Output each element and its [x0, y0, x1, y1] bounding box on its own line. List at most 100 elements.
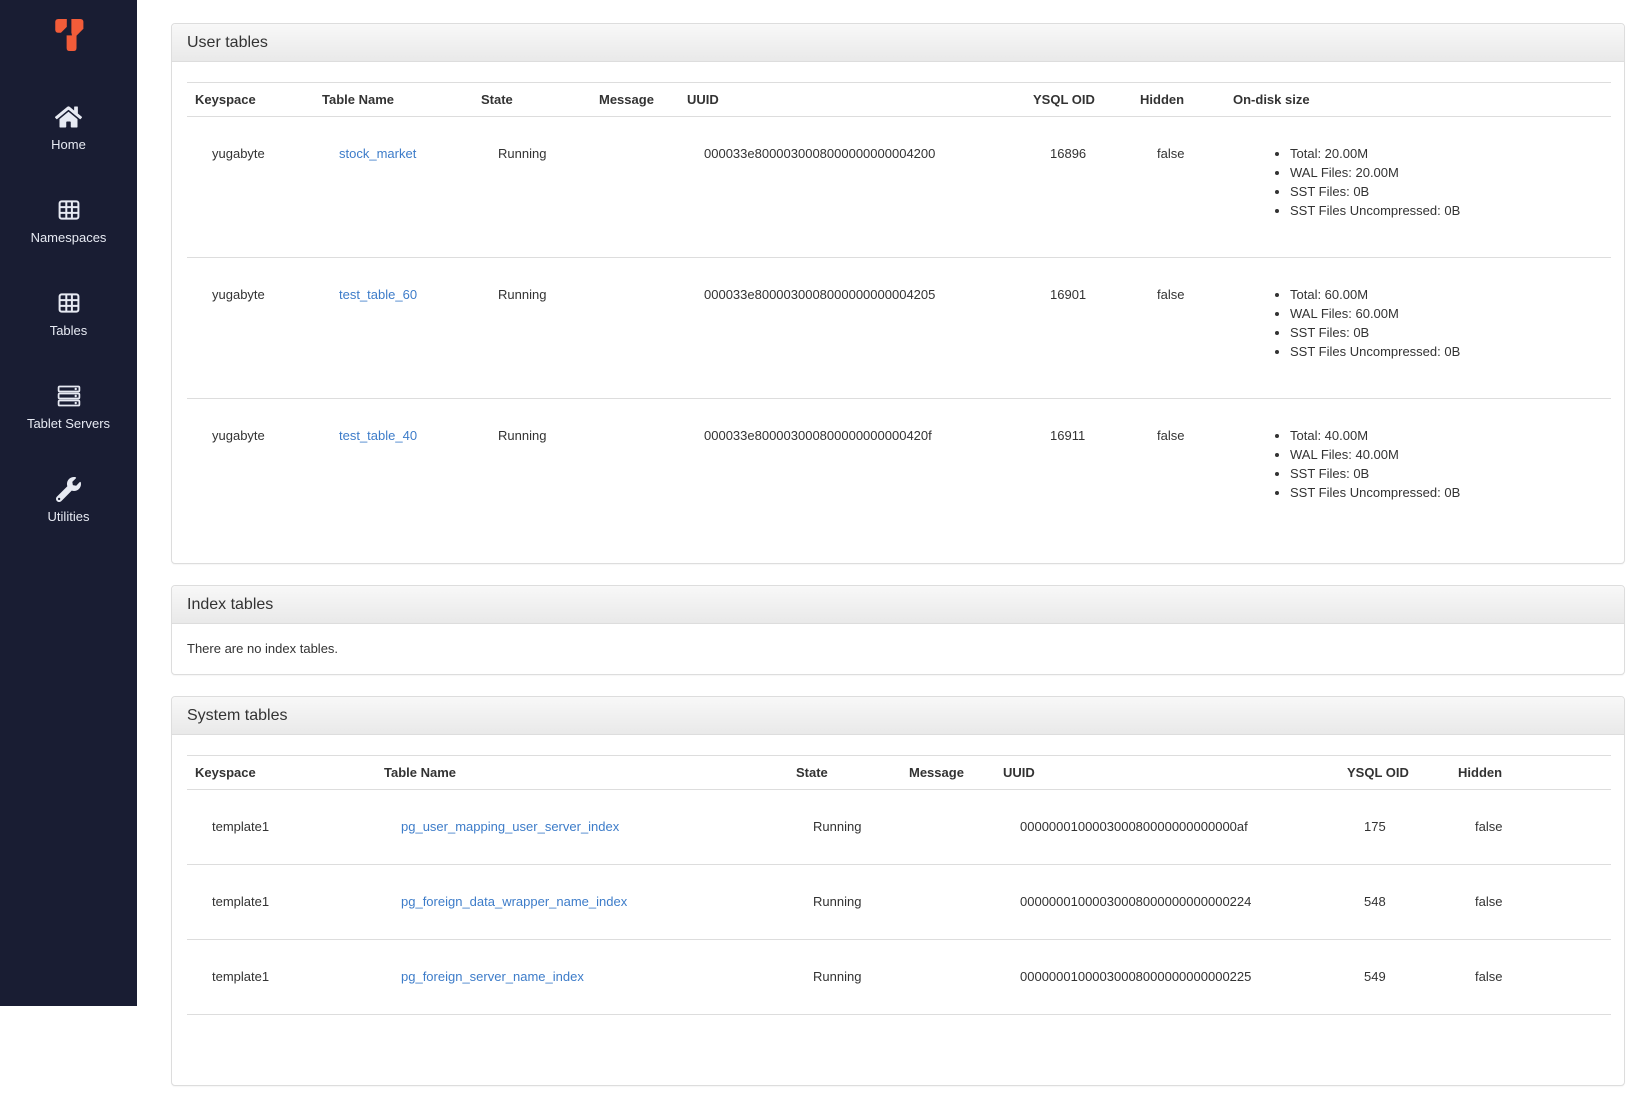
table-row: yugabytetest_table_40Running000033e80000… [187, 399, 1611, 540]
home-icon [55, 104, 83, 130]
sidebar-item-label: Tablet Servers [27, 416, 110, 432]
table-name-link[interactable]: pg_foreign_server_name_index [401, 969, 584, 984]
cell-state: Running [473, 399, 591, 540]
table-header-row: Keyspace Table Name State Message UUID Y… [187, 756, 1611, 790]
table-row: template1 pg_foreign_server_name_index Run… [187, 940, 1611, 1015]
on-disk-size-list: Total: 20.00MWAL Files: 20.00MSST Files:… [1250, 144, 1603, 220]
cell-state: Running [788, 790, 901, 865]
user-tables-table: Keyspace Table Name State Message UUID Y… [187, 82, 1611, 539]
table-name-link[interactable]: test_table_60 [339, 287, 417, 302]
cell-hidden: false [1450, 790, 1611, 865]
table-name-link[interactable]: stock_market [339, 146, 416, 161]
sidebar-item-home[interactable]: Home [0, 104, 137, 153]
cell-ysql-oid: 16901 [1025, 258, 1132, 399]
cell-keyspace: template1 [187, 865, 376, 940]
cell-keyspace: template1 [187, 940, 376, 1015]
cell-message [591, 117, 679, 258]
table-name-link[interactable]: pg_user_mapping_user_server_index [401, 819, 619, 834]
on-disk-size-item: WAL Files: 60.00M [1290, 304, 1603, 323]
table-header-row: Keyspace Table Name State Message UUID Y… [187, 83, 1611, 117]
on-disk-size-item: Total: 60.00M [1290, 285, 1603, 304]
system-tables-panel: System tables Keyspace Table Name State … [171, 696, 1625, 1086]
on-disk-size-list: Total: 60.00MWAL Files: 60.00MSST Files:… [1250, 285, 1603, 361]
on-disk-size-item: Total: 40.00M [1290, 426, 1603, 445]
on-disk-size-item: WAL Files: 20.00M [1290, 163, 1603, 182]
on-disk-size-item: SST Files Uncompressed: 0B [1290, 483, 1603, 502]
table-row: template1 pg_foreign_data_wrapper_name_in… [187, 865, 1611, 940]
col-ysql-oid: YSQL OID [1339, 756, 1450, 790]
cell-uuid: 000033e800003000800000000000420f [679, 399, 1025, 540]
cell-state: Running [473, 117, 591, 258]
on-disk-size-item: SST Files Uncompressed: 0B [1290, 201, 1603, 220]
cell-keyspace: yugabyte [187, 117, 314, 258]
cell-state: Running [788, 865, 901, 940]
cell-on-disk: Total: 60.00MWAL Files: 60.00MSST Files:… [1225, 258, 1611, 399]
on-disk-size-item: Total: 20.00M [1290, 144, 1603, 163]
sidebar-item-tables[interactable]: Tables [0, 290, 137, 339]
cell-hidden: false [1132, 117, 1225, 258]
user-tables-body: yugabyte stock_market Running 000033e800003… [187, 117, 1611, 540]
panel-title: System tables [172, 697, 1624, 735]
yugabyte-logo-icon [47, 12, 91, 58]
table-name-link[interactable]: pg_foreign_data_wrapper_name_index [401, 894, 627, 909]
on-disk-size-list: Total: 40.00MWAL Files: 40.00MSST Files:… [1250, 426, 1603, 502]
cell-hidden: false [1132, 399, 1225, 540]
col-state: State [788, 756, 901, 790]
sidebar-item-utilities[interactable]: Utilities [0, 476, 137, 525]
cell-hidden: false [1450, 940, 1611, 1015]
index-tables-empty-message: There are no index tables. [172, 624, 1624, 674]
cell-ysql-oid: 175 [1339, 790, 1450, 865]
on-disk-size-item: SST Files Uncompressed: 0B [1290, 342, 1603, 361]
sidebar: Home Namespaces [0, 0, 137, 1006]
col-table-name: Table Name [376, 756, 788, 790]
table-name-link[interactable]: test_table_40 [339, 428, 417, 443]
system-tables-table: Keyspace Table Name State Message UUID Y… [187, 755, 1611, 1061]
cell-table-name: pg_foreign_server_name_index [376, 940, 788, 1015]
col-uuid: UUID [995, 756, 1339, 790]
cell-uuid: 000033e8000030008000000000004200 [679, 117, 1025, 258]
yugabyte-logo[interactable] [0, 0, 137, 58]
system-tables-body: template1 pg_user_mapping_user_server_ind… [187, 790, 1611, 1061]
cell-ysql-oid: 16896 [1025, 117, 1132, 258]
table-row: template1 pg_user_mapping_user_server_ind… [187, 790, 1611, 865]
cell-message [591, 399, 679, 540]
cell-ysql-oid: 549 [1339, 940, 1450, 1015]
cell-hidden: false [1132, 258, 1225, 399]
col-uuid: UUID [679, 83, 1025, 117]
cell-message [901, 790, 995, 865]
tablet-servers-icon [55, 383, 83, 409]
cell-uuid: 00000001000030008000000000000225 [995, 940, 1339, 1015]
cell-uuid: 000000010000300080000000000000af [995, 790, 1339, 865]
on-disk-size-item: SST Files: 0B [1290, 182, 1603, 201]
table-row-partial [187, 1015, 1611, 1061]
cell-ysql-oid: 548 [1339, 865, 1450, 940]
user-tables-panel: User tables Keyspace Table Name State Me… [171, 23, 1625, 564]
sidebar-item-namespaces[interactable]: Namespaces [0, 197, 137, 246]
sidebar-item-label: Tables [50, 323, 88, 339]
col-ysql-oid: YSQL OID [1025, 83, 1132, 117]
col-message: Message [901, 756, 995, 790]
namespaces-icon [55, 197, 83, 223]
cell-table-name: test_table_60 [314, 258, 473, 399]
sidebar-item-label: Home [51, 137, 86, 153]
cell-uuid: 00000001000030008000000000000224 [995, 865, 1339, 940]
cell-table-name: stock_market [314, 117, 473, 258]
cell-state: Running [788, 940, 901, 1015]
cell-table-name: test_table_40 [314, 399, 473, 540]
cell-keyspace: template1 [187, 790, 376, 865]
cell-message [901, 865, 995, 940]
cell-on-disk: Total: 40.00MWAL Files: 40.00MSST Files:… [1225, 399, 1611, 540]
table-row: yugabyte stock_market Running 000033e800003… [187, 117, 1611, 258]
sidebar-item-label: Namespaces [31, 230, 107, 246]
col-hidden: Hidden [1450, 756, 1611, 790]
col-table-name: Table Name [314, 83, 473, 117]
col-hidden: Hidden [1132, 83, 1225, 117]
cell-message [901, 940, 995, 1015]
on-disk-size-item: SST Files: 0B [1290, 464, 1603, 483]
sidebar-item-tablet-servers[interactable]: Tablet Servers [0, 383, 137, 432]
cell-state: Running [473, 258, 591, 399]
cell-hidden: false [1450, 865, 1611, 940]
col-on-disk-size: On-disk size [1225, 83, 1611, 117]
col-state: State [473, 83, 591, 117]
cell-uuid: 000033e8000030008000000000004205 [679, 258, 1025, 399]
